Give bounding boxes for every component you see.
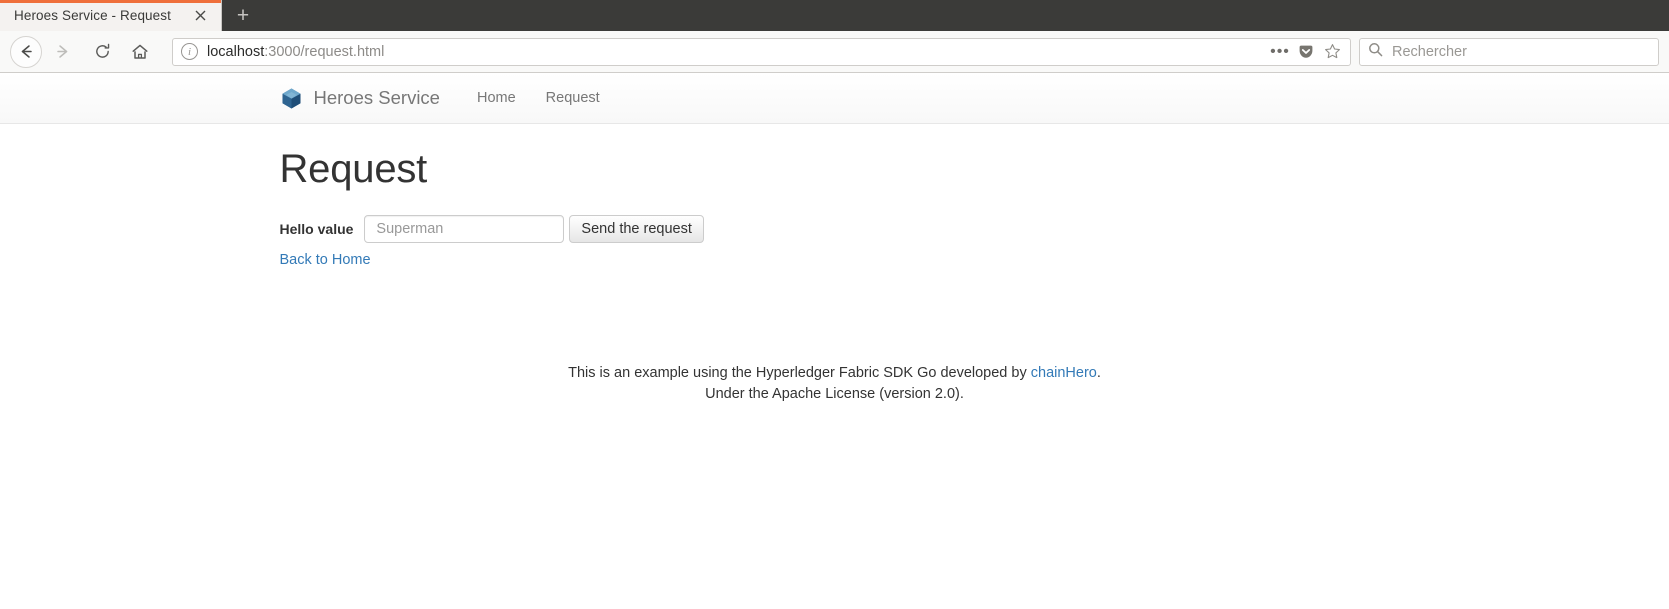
address-bar[interactable]: i localhost:3000/request.html ••• [172, 37, 1351, 66]
tab-title: Heroes Service - Request [14, 8, 171, 23]
back-link-row: Back to Home [280, 243, 1390, 269]
pocket-icon[interactable] [1294, 40, 1318, 64]
search-bar[interactable]: Rechercher [1359, 37, 1659, 66]
hello-value-input[interactable] [364, 215, 565, 243]
forward-arrow-icon [46, 36, 78, 68]
hyperledger-cube-logo-icon [281, 88, 301, 108]
search-placeholder: Rechercher [1392, 43, 1467, 60]
page-footer: This is an example using the Hyperledger… [0, 363, 1669, 405]
brand-link[interactable]: Heroes Service [280, 87, 440, 110]
star-icon[interactable] [1320, 40, 1344, 64]
new-tab-label: + [236, 4, 250, 27]
request-form: Hello value Send the request [280, 215, 1390, 243]
page-title: Request [279, 147, 428, 191]
chainhero-link[interactable]: chainHero [1031, 365, 1097, 381]
back-to-home-link[interactable]: Back to Home [280, 252, 371, 268]
hello-value-label: Hello value [279, 221, 354, 237]
footer-text-pre: This is an example using the Hyperledger… [568, 365, 1031, 381]
reload-icon[interactable] [86, 36, 118, 68]
back-arrow-icon[interactable] [10, 35, 42, 68]
search-icon [1368, 42, 1383, 62]
ellipsis-icon[interactable]: ••• [1268, 40, 1292, 64]
footer-line-1: This is an example using the Hyperledger… [0, 363, 1669, 384]
footer-line-2: Under the Apache License (version 2.0). [705, 386, 964, 403]
info-icon[interactable]: i [181, 43, 198, 60]
footer-text-post: . [1096, 365, 1101, 381]
home-icon[interactable] [124, 36, 156, 68]
nav-link-home[interactable]: Home [462, 73, 531, 124]
new-tab-button[interactable]: + [222, 0, 264, 31]
url-path: :3000/request.html [264, 43, 385, 60]
tab-strip: Heroes Service - Request + [0, 0, 1669, 31]
url-host: localhost [207, 43, 265, 60]
brand-text: Heroes Service [313, 87, 440, 108]
nav-link-request[interactable]: Request [531, 73, 615, 124]
main-container: Request Hello value Send the request Bac… [265, 147, 1405, 269]
close-icon[interactable] [189, 5, 211, 27]
browser-window: Heroes Service - Request + i localhost:3… [0, 0, 1669, 609]
site-navbar: Heroes Service Home Request [0, 73, 1669, 124]
page-viewport: Heroes Service Home Request Request Hell… [0, 73, 1669, 609]
url-text: localhost:3000/request.html [207, 44, 1268, 60]
browser-toolbar: i localhost:3000/request.html ••• Recher… [0, 31, 1669, 73]
browser-tab-active[interactable]: Heroes Service - Request [0, 0, 222, 31]
site-navbar-inner: Heroes Service Home Request [265, 73, 1405, 123]
address-bar-actions: ••• [1268, 40, 1344, 64]
send-request-button[interactable]: Send the request [569, 215, 704, 243]
